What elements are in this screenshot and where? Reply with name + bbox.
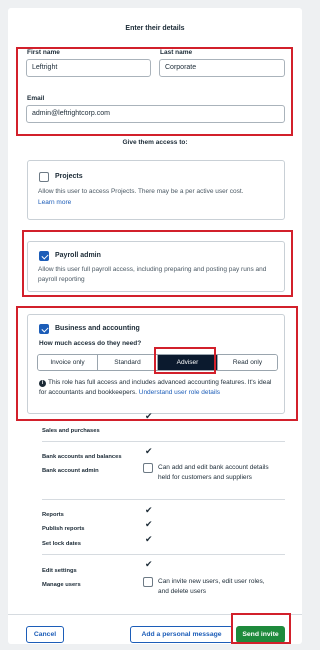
highlight-payroll	[22, 230, 293, 297]
perm-publish-reports: Publish reports	[42, 526, 85, 532]
divider	[42, 554, 285, 555]
check-icon: ✔	[145, 559, 153, 569]
manage-users-description: Can invite new users, edit user roles, a…	[158, 578, 265, 595]
check-icon: ✔	[145, 446, 153, 456]
bank-account-admin-description: Can add and edit bank account details he…	[158, 464, 269, 481]
divider	[42, 499, 285, 500]
perm-set-lock-dates: Set lock dates	[42, 541, 81, 547]
access-heading: Give them access to:	[122, 139, 188, 146]
highlight-name-email	[16, 47, 293, 136]
projects-title: Projects	[55, 173, 83, 180]
projects-description: Allow this user to access Projects. Ther…	[38, 188, 244, 195]
highlight-business	[16, 306, 298, 421]
perm-bank-accounts-balances: Bank accounts and balances	[42, 454, 122, 460]
check-icon: ✔	[145, 411, 153, 421]
divider	[42, 441, 285, 442]
manage-users-checkbox[interactable]	[143, 577, 153, 587]
perm-bank-account-admin: Bank account admin	[42, 468, 99, 474]
invite-user-panel: Enter their details First name Leftright…	[8, 8, 302, 644]
perm-manage-users: Manage users	[42, 582, 81, 588]
projects-checkbox[interactable]	[39, 172, 49, 182]
page-title: Enter their details	[125, 25, 185, 32]
projects-card: Projects Allow this user to access Proje…	[27, 160, 285, 220]
bank-account-admin-checkbox[interactable]	[143, 463, 153, 473]
highlight-send-invite	[231, 613, 291, 644]
perm-edit-settings: Edit settings	[42, 568, 77, 574]
cancel-button[interactable]: Cancel	[26, 626, 64, 643]
check-icon: ✔	[145, 505, 153, 515]
perm-reports: Reports	[42, 512, 64, 518]
check-icon: ✔	[145, 534, 153, 544]
add-personal-message-button[interactable]: Add a personal message	[130, 626, 233, 643]
check-icon: ✔	[145, 519, 153, 529]
learn-more-link[interactable]: Learn more	[38, 198, 71, 208]
perm-sales-purchases: Sales and purchases	[42, 428, 100, 434]
